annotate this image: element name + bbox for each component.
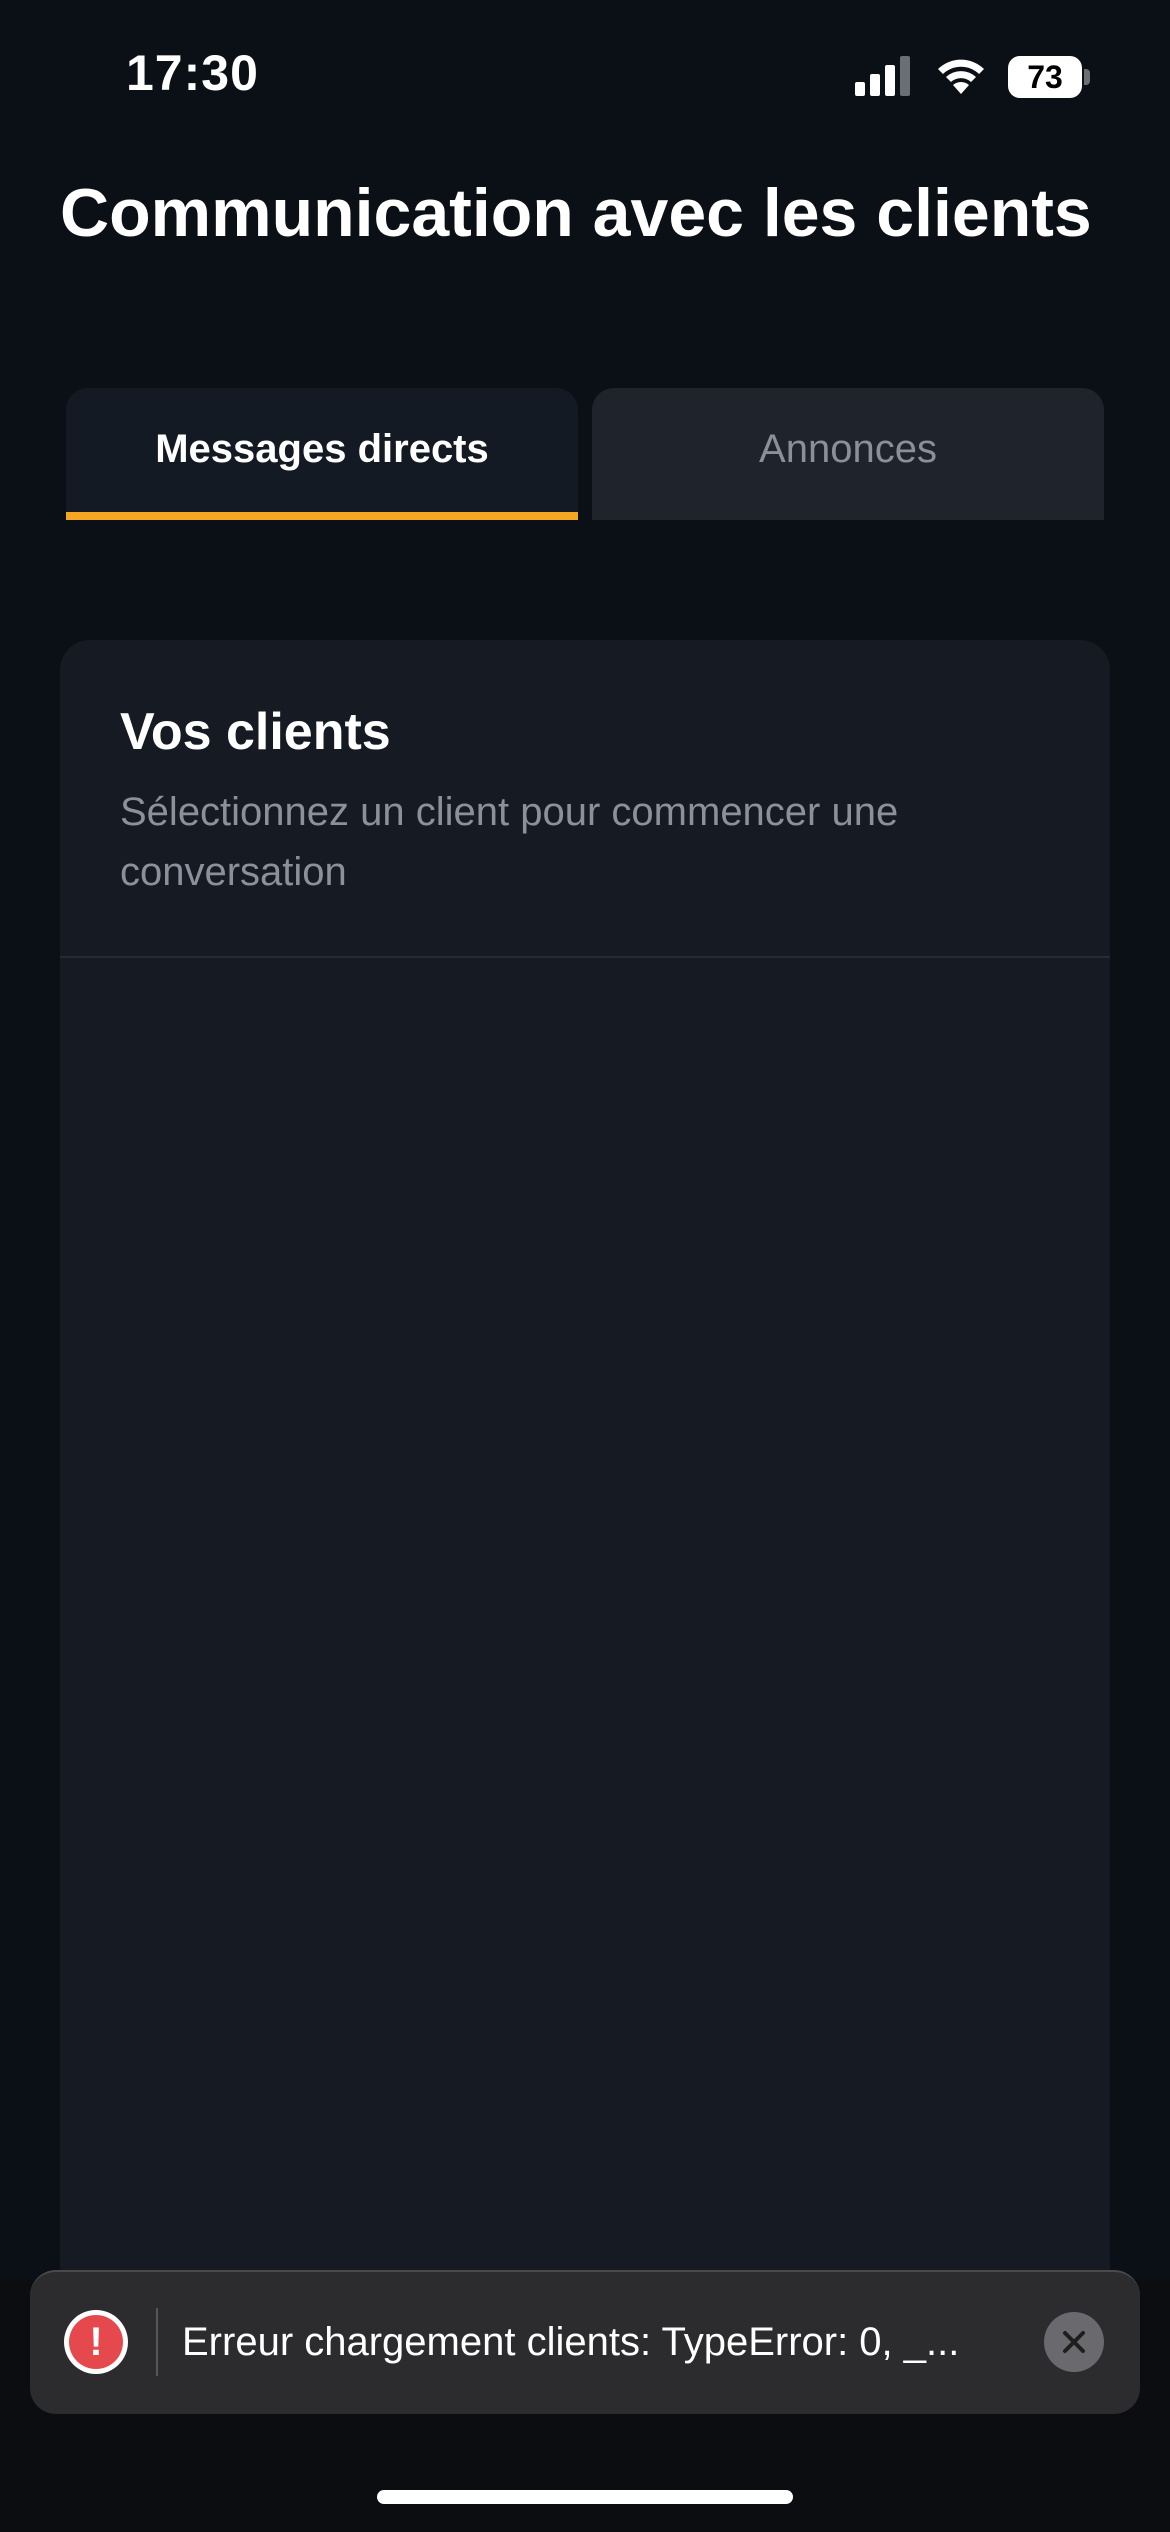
error-toast[interactable]: ! Erreur chargement clients: TypeError: … bbox=[30, 2270, 1140, 2414]
app-screen: 17:30 73 Communication avec les clients … bbox=[0, 0, 1170, 2532]
battery-cap bbox=[1084, 69, 1090, 85]
toast-divider bbox=[156, 2308, 158, 2376]
clients-card: Vos clients Sélectionnez un client pour … bbox=[60, 640, 1110, 2532]
tab-messages-directs[interactable]: Messages directs bbox=[66, 388, 578, 520]
wifi-icon bbox=[938, 59, 984, 94]
clients-card-title: Vos clients bbox=[120, 703, 391, 761]
tab-label: Messages directs bbox=[155, 427, 489, 471]
battery-level: 73 bbox=[1008, 56, 1082, 98]
toast-message: Erreur chargement clients: TypeError: 0,… bbox=[182, 2320, 960, 2364]
tab-bar: Messages directs Annonces bbox=[66, 388, 1104, 520]
tab-label: Annonces bbox=[759, 427, 937, 471]
error-icon: ! bbox=[64, 2310, 128, 2374]
active-tab-indicator bbox=[66, 512, 578, 520]
status-time: 17:30 bbox=[126, 45, 259, 101]
cellular-signal-icon bbox=[855, 56, 910, 96]
tab-annonces[interactable]: Annonces bbox=[592, 388, 1104, 520]
clients-card-header: Vos clients Sélectionnez un client pour … bbox=[60, 640, 1110, 958]
battery-icon: 73 bbox=[1008, 56, 1090, 98]
close-icon[interactable] bbox=[1044, 2312, 1104, 2372]
page-title: Communication avec les clients bbox=[60, 175, 1092, 251]
status-bar: 17:30 73 bbox=[0, 0, 1170, 150]
home-indicator[interactable] bbox=[377, 2490, 793, 2504]
clients-card-subtitle: Sélectionnez un client pour commencer un… bbox=[120, 790, 899, 894]
